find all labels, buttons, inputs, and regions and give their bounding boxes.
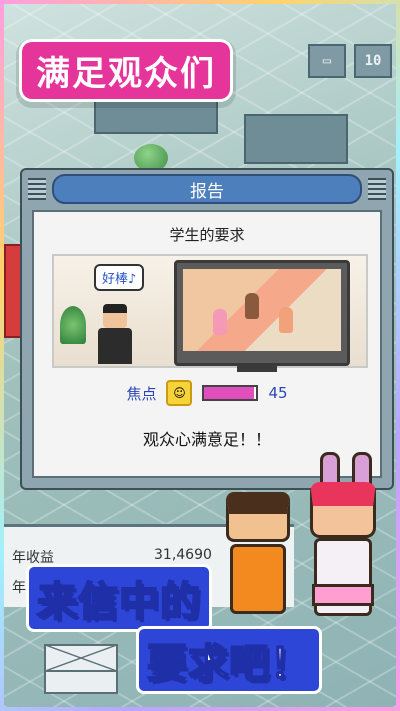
focus-bar [202,385,259,401]
tv-figure [213,309,227,335]
promo-bottom-line1: 来信中的 [26,564,212,632]
girl-character [304,452,384,616]
tv-characters [183,269,341,351]
focus-label: 焦点 [126,384,157,403]
student-body [98,328,132,364]
boy-head [226,492,290,542]
scene-plant [60,306,86,344]
tv-screen [183,269,341,351]
mail-icon[interactable] [44,644,118,694]
second-row-label: 年 [12,580,26,596]
tv-figure [279,307,293,333]
student-head [103,304,127,328]
annual-revenue-value: 31,4690 [154,547,212,563]
dialog-body: 学生的要求 好棒♪ 焦点 ☺ 45 观众心满意足！！ [32,210,382,478]
header-grip-left [28,178,46,200]
counter-badge: 10 [354,44,392,78]
audience-message: 观众心满意足！！ [142,430,271,449]
tv-stand [237,366,277,372]
report-dialog: 报告 学生的要求 好棒♪ 焦点 ☺ 45 观众心满意足！！ [20,168,394,490]
dialog-header: 报告 [22,174,392,204]
report-subtitle: 学生的要求 [169,226,245,244]
focus-stat-row: 焦点 ☺ 45 [34,380,380,406]
hud-bar: ▭ 10 [308,44,392,78]
header-grip-right [368,178,386,200]
promo-bottom-line2: 要求吧！ [136,626,322,694]
girl-head [310,482,376,538]
smiley-icon: ☺ [166,380,193,406]
wall-block [244,114,348,164]
focus-value: 45 [268,384,288,402]
monitor-icon[interactable]: ▭ [308,44,346,78]
tv-set [174,260,350,372]
dialog-title: 报告 [52,174,362,204]
focus-bar-fill [204,387,254,399]
boy-body [230,544,286,614]
screen-frame: ▭ 10 满足观众们 报告 学生的要求 好棒♪ 焦点 ☺ 45 观众心满意足！！… [0,0,400,711]
student-character [94,304,136,364]
girl-skirt [312,584,374,606]
boy-character [226,492,290,614]
speech-bubble: 好棒♪ [94,264,145,291]
tv-figure [245,293,259,319]
promo-top-title: 满足观众们 [22,42,230,99]
scene-illustration: 好棒♪ [52,254,368,372]
